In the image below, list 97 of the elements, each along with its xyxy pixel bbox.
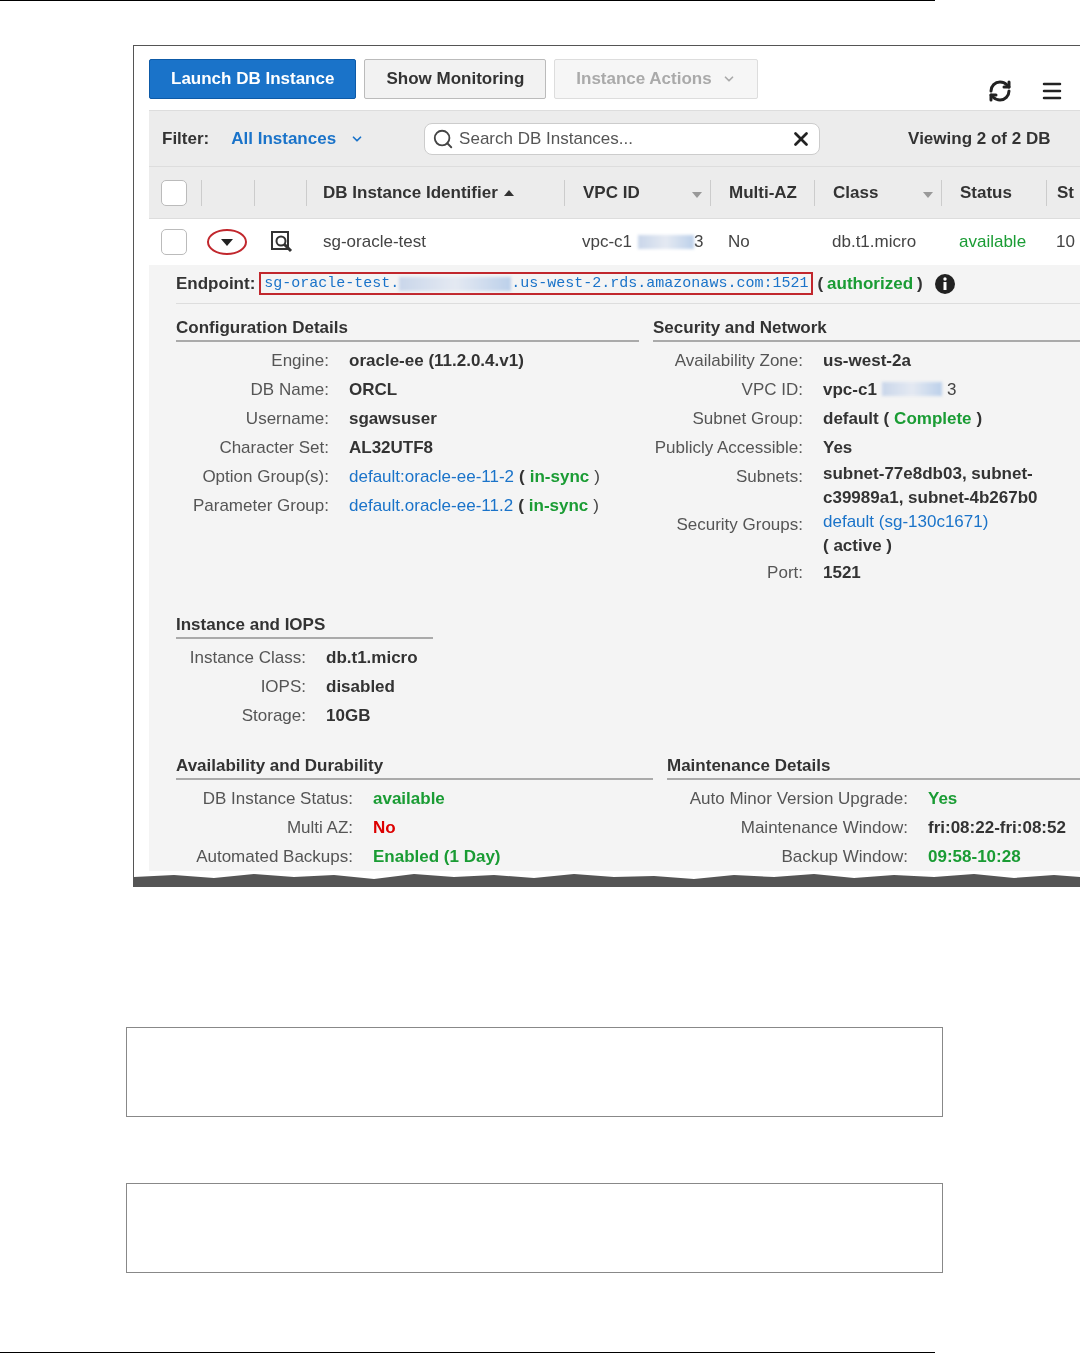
field-value: ): [593, 495, 599, 517]
field-value: 10GB: [326, 705, 371, 727]
field-value: authorized: [827, 274, 914, 294]
field-label: Publicly Accessible:: [653, 437, 803, 459]
field-value: (: [519, 466, 525, 488]
field-label: Automated Backups:: [195, 846, 353, 868]
column-header[interactable]: DB Instance Identifier: [323, 182, 498, 203]
link[interactable]: default.oracle-ee-11.2: [349, 491, 514, 520]
field-value: vpc-c1: [823, 379, 877, 401]
table-cell: available: [959, 232, 1027, 253]
field-value: No: [373, 817, 396, 839]
table-cell: 3: [694, 232, 704, 253]
column-header[interactable]: VPC ID: [583, 182, 640, 203]
field-value: (: [518, 495, 524, 517]
field-value: ( active ): [823, 535, 892, 557]
caret-icon: [221, 238, 233, 246]
field-value: ): [976, 408, 983, 430]
section-title: Security and Network: [653, 318, 1080, 342]
viewing-count: Viewing 2 of 2 DB: [908, 128, 1051, 149]
endpoint-label: Endpoint:: [176, 274, 256, 294]
field-value: default (: [823, 408, 890, 430]
search-field[interactable]: Search DB Instances...: [424, 122, 821, 155]
field-value: Enabled (1 Day): [373, 846, 501, 868]
field-label: Parameter Group:: [191, 495, 329, 517]
field-value: available: [373, 788, 445, 810]
field-value: ): [917, 274, 923, 294]
field-value: in-sync: [529, 466, 590, 488]
filter-dropdown[interactable]: All Instances: [231, 128, 365, 149]
link[interactable]: default (sg-130c1671): [823, 510, 989, 534]
redaction-mark: [638, 235, 695, 250]
field-value: AL32UTF8: [349, 437, 434, 459]
magnifier-icon[interactable]: [271, 231, 293, 254]
field-value: in-sync: [528, 495, 589, 517]
field-label: DB Instance Status:: [201, 788, 353, 810]
table-cell: 10: [1056, 232, 1075, 253]
field-value: 1521: [823, 562, 861, 584]
link[interactable]: default:oracle-ee-11-2: [349, 462, 515, 491]
field-label: Character Set:: [218, 437, 329, 459]
field-label: Maintenance Window:: [739, 817, 908, 839]
field-label: DB Name:: [249, 379, 329, 401]
caret-icon: [923, 191, 933, 198]
field-value: us-west-2a: [823, 350, 911, 372]
field-value: Complete: [894, 408, 972, 430]
column-header[interactable]: Multi-AZ: [729, 182, 797, 203]
field-label: Engine:: [270, 350, 329, 372]
field-label: Subnets:: [734, 466, 803, 488]
field-value: (: [817, 274, 824, 294]
field-label: Instance Class:: [188, 647, 306, 669]
field-value: fri:08:22-fri:08:52: [928, 817, 1066, 839]
checkbox[interactable]: [161, 229, 187, 256]
expand-toggle[interactable]: [207, 229, 247, 256]
field-value: ): [594, 466, 600, 488]
section-title: Maintenance Details: [667, 756, 1080, 780]
field-label: Username:: [244, 408, 329, 430]
field-label: Multi AZ:: [285, 817, 353, 839]
field-label: VPC ID:: [740, 379, 803, 401]
field-label: Subnet Group:: [691, 408, 803, 430]
field-label: Port:: [766, 562, 803, 584]
field-value: Yes: [928, 788, 958, 810]
field-value: ORCL: [349, 379, 398, 401]
caret-icon: [692, 191, 702, 198]
table-cell: db.t1.micro: [832, 232, 917, 253]
filter-label: Filter:: [162, 128, 210, 149]
field-value: c39989a1, subnet-4b267b0: [823, 487, 1038, 509]
field-value: Yes: [823, 437, 853, 459]
sort-icon: [503, 189, 514, 196]
info-icon[interactable]: [934, 274, 955, 294]
table-cell: sg-oracle-test: [323, 232, 426, 253]
field-value: sgawsuser: [349, 408, 437, 430]
field-label: Auto Minor Version Upgrade:: [688, 788, 908, 810]
field-label: Availability Zone:: [673, 350, 803, 372]
endpoint-link[interactable]: sg-oracle-test. .us-west-2.rds.amazonaws.com:1521: [259, 272, 814, 296]
field-label: Security Groups:: [675, 514, 803, 536]
field-value: 09:58-10:28: [928, 846, 1021, 868]
column-header[interactable]: Class: [833, 182, 879, 203]
column-header[interactable]: Status: [960, 182, 1012, 203]
redaction-mark: [881, 382, 942, 397]
field-value: disabled: [326, 676, 395, 698]
field-label: Backup Window:: [780, 846, 908, 868]
field-value: 3: [946, 379, 957, 401]
field-value: subnet-77e8db03, subnet-: [823, 463, 1033, 485]
section-title: Instance and IOPS: [176, 615, 433, 639]
field-value: oracle-ee (11.2.0.4.v1): [349, 350, 524, 372]
table-cell: No: [728, 232, 750, 253]
refresh-icon[interactable]: [988, 79, 1012, 103]
field-value: db.t1.micro: [326, 647, 418, 669]
table-cell: vpc-c1: [582, 232, 633, 253]
field-label: IOPS:: [259, 676, 306, 698]
checkbox[interactable]: [161, 179, 187, 206]
section-title: Configuration Details: [176, 318, 639, 342]
field-label: Option Group(s):: [201, 466, 329, 488]
toolbar-button[interactable]: Show Monitoring: [364, 59, 547, 99]
toolbar-button[interactable]: Launch DB Instance: [149, 59, 357, 99]
search-icon: [432, 127, 455, 150]
field-label: Storage:: [240, 705, 306, 727]
column-header[interactable]: St: [1057, 182, 1074, 203]
section-title: Availability and Durability: [176, 756, 653, 780]
